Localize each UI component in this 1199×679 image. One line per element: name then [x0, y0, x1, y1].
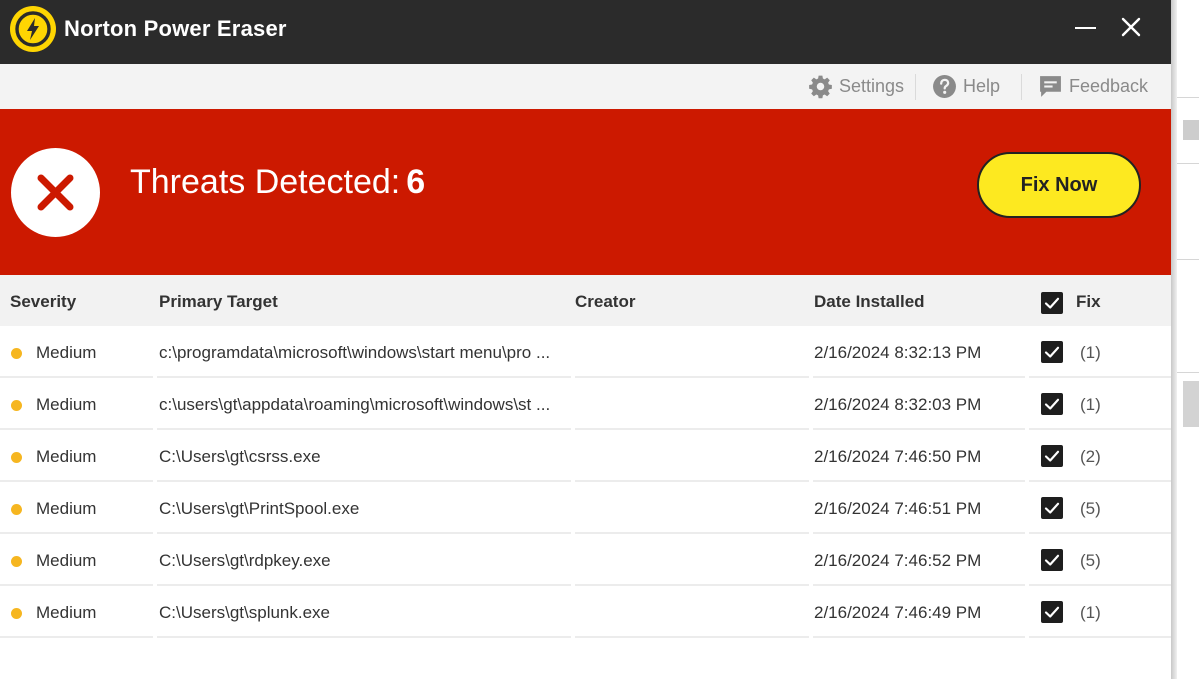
severity-cell: Medium [36, 343, 97, 362]
severity-cell: Medium [36, 395, 97, 414]
background-scroll-handle [1183, 120, 1199, 140]
feedback-icon [1040, 75, 1061, 97]
date-installed-cell: 2/16/2024 7:46:52 PM [814, 551, 982, 570]
background-divider [1177, 259, 1199, 260]
norton-power-eraser-window: Norton Power Eraser Settings Help Feedba… [0, 0, 1171, 679]
fix-checkbox[interactable] [1041, 393, 1063, 415]
primary-target-cell: C:\Users\gt\PrintSpool.exe [159, 499, 360, 518]
help-label: Help [963, 75, 1001, 96]
fix-count: (5) [1080, 551, 1101, 570]
column-header-creator[interactable]: Creator [575, 292, 635, 312]
row-divider [813, 636, 1025, 638]
severity-dot-icon [11, 556, 22, 567]
table-header: Severity Primary Target Creator Date Ins… [0, 275, 1171, 326]
primary-target-cell: C:\Users\gt\rdpkey.exe [159, 551, 331, 570]
check-icon [1044, 297, 1060, 309]
table-row[interactable]: Medium C:\Users\gt\splunk.exe 2/16/2024 7:… [0, 586, 1171, 638]
gear-icon [809, 75, 832, 98]
primary-target-cell: C:\Users\gt\splunk.exe [159, 603, 331, 622]
primary-target-cell: c:\users\gt\appdata\roaming\microsoft\wi… [159, 395, 551, 414]
help-button[interactable]: Help [932, 73, 1000, 99]
app-title: Norton Power Eraser [64, 16, 287, 41]
check-icon [1044, 398, 1060, 410]
threats-count: 6 [406, 163, 426, 201]
feedback-label: Feedback [1069, 75, 1149, 96]
row-divider [575, 636, 809, 638]
help-icon [933, 74, 956, 98]
threat-status-icon [11, 148, 100, 237]
threat-banner: Threats Detected: 6 Fix Now [0, 109, 1171, 275]
close-icon [1121, 17, 1141, 37]
table-row[interactable]: Medium C:\Users\gt\PrintSpool.exe 2/16/202… [0, 482, 1171, 534]
fix-checkbox[interactable] [1041, 497, 1063, 519]
column-header-fix[interactable]: Fix [1076, 292, 1101, 312]
title-bar[interactable]: Norton Power Eraser [0, 0, 1171, 64]
date-installed-cell: 2/16/2024 8:32:13 PM [814, 343, 982, 362]
settings-label: Settings [839, 75, 905, 96]
severity-cell: Medium [36, 551, 97, 570]
fix-count: (1) [1080, 603, 1101, 622]
table-row[interactable]: Medium c:\users\gt\appdata\roaming\micros… [0, 378, 1171, 430]
check-icon [1044, 554, 1060, 566]
column-header-primary-target[interactable]: Primary Target [159, 292, 278, 312]
background-scrollbar [1183, 381, 1199, 427]
background-divider [1177, 372, 1199, 373]
fix-count: (2) [1080, 447, 1101, 466]
fix-count: (1) [1080, 395, 1101, 414]
fix-checkbox[interactable] [1041, 445, 1063, 467]
date-installed-cell: 2/16/2024 7:46:50 PM [814, 447, 982, 466]
fix-now-button[interactable]: Fix Now [977, 152, 1141, 218]
fix-checkbox[interactable] [1041, 341, 1063, 363]
table-row[interactable]: Medium C:\Users\gt\csrss.exe 2/16/2024 7:4… [0, 430, 1171, 482]
severity-dot-icon [11, 452, 22, 463]
date-installed-cell: 2/16/2024 7:46:49 PM [814, 603, 982, 622]
table-row[interactable]: Medium C:\Users\gt\rdpkey.exe 2/16/2024 7:… [0, 534, 1171, 586]
row-divider [1029, 636, 1171, 638]
select-all-checkbox[interactable] [1041, 292, 1063, 314]
background-divider [1177, 97, 1199, 98]
severity-dot-icon [11, 400, 22, 411]
date-installed-cell: 2/16/2024 8:32:03 PM [814, 395, 982, 414]
toolbar: Settings Help Feedback [0, 64, 1171, 109]
threats-detected-text: Threats Detected: 6 [130, 163, 425, 202]
fix-checkbox[interactable] [1041, 601, 1063, 623]
close-button[interactable] [1111, 10, 1151, 46]
norton-logo-icon [10, 6, 56, 52]
column-header-severity[interactable]: Severity [10, 292, 76, 312]
severity-cell: Medium [36, 603, 97, 622]
date-installed-cell: 2/16/2024 7:46:51 PM [814, 499, 982, 518]
row-divider [0, 636, 153, 638]
background-divider [1177, 163, 1199, 164]
row-divider [157, 636, 571, 638]
severity-dot-icon [11, 608, 22, 619]
severity-dot-icon [11, 504, 22, 515]
primary-target-cell: C:\Users\gt\csrss.exe [159, 447, 321, 466]
check-icon [1044, 606, 1060, 618]
check-icon [1044, 502, 1060, 514]
minimize-button[interactable] [1065, 10, 1105, 46]
threats-detected-label: Threats Detected: [130, 163, 401, 201]
settings-button[interactable]: Settings [808, 73, 904, 99]
fix-count: (1) [1080, 343, 1101, 362]
severity-dot-icon [11, 348, 22, 359]
feedback-button[interactable]: Feedback [1038, 73, 1148, 99]
column-header-date-installed[interactable]: Date Installed [814, 292, 925, 312]
severity-cell: Medium [36, 499, 97, 518]
toolbar-divider [1021, 74, 1022, 100]
check-icon [1044, 346, 1060, 358]
table-row[interactable]: Medium c:\programdata\microsoft\windows\s… [0, 326, 1171, 378]
fix-checkbox[interactable] [1041, 549, 1063, 571]
severity-cell: Medium [36, 447, 97, 466]
check-icon [1044, 450, 1060, 462]
fix-count: (5) [1080, 499, 1101, 518]
window-shadow [1171, 0, 1177, 679]
toolbar-divider [915, 74, 916, 100]
primary-target-cell: c:\programdata\microsoft\windows\start m… [159, 343, 551, 362]
